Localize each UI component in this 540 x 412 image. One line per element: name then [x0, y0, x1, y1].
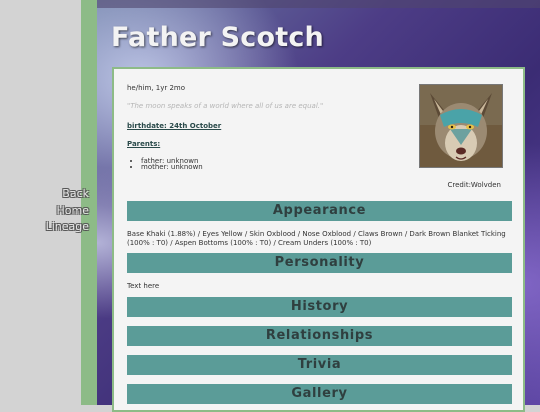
image-credit: Credit:Wolvden	[447, 181, 501, 189]
nav-back-link[interactable]: Back	[62, 187, 89, 200]
section-header-personality: Personality	[127, 253, 512, 273]
nav-lineage-link[interactable]: Lineage	[46, 220, 89, 233]
appearance-genetics-text: Base Khaki (1.88%) / Eyes Yellow / Skin …	[127, 230, 506, 247]
moon-quote: "The moon speaks of a world where all of…	[127, 102, 324, 110]
personality-text: Text here	[127, 282, 160, 290]
section-header-relationships: Relationships	[127, 326, 512, 346]
section-header-trivia: Trivia	[127, 355, 512, 375]
section-header-history: History	[127, 297, 512, 317]
section-header-appearance: Appearance	[127, 201, 512, 221]
pronouns-age: he/him, 1yr 2mo	[127, 84, 186, 92]
parent-mother: mother: unknown	[141, 164, 203, 171]
top-strip	[97, 0, 540, 8]
section-header-gallery: Gallery	[127, 384, 512, 404]
profile-card: he/him, 1yr 2mo "The moon speaks of a wo…	[112, 67, 525, 412]
left-side-panel	[0, 0, 81, 405]
parents-list: father: unknown mother: unknown	[127, 158, 203, 171]
wolf-portrait-image	[419, 84, 503, 168]
green-border-stripe	[81, 0, 97, 405]
page-title: Father Scotch	[111, 22, 324, 53]
parents-heading: Parents:	[127, 140, 161, 148]
birthdate: birthdate: 24th October	[127, 122, 222, 130]
nav-home-link[interactable]: Home	[57, 204, 89, 217]
